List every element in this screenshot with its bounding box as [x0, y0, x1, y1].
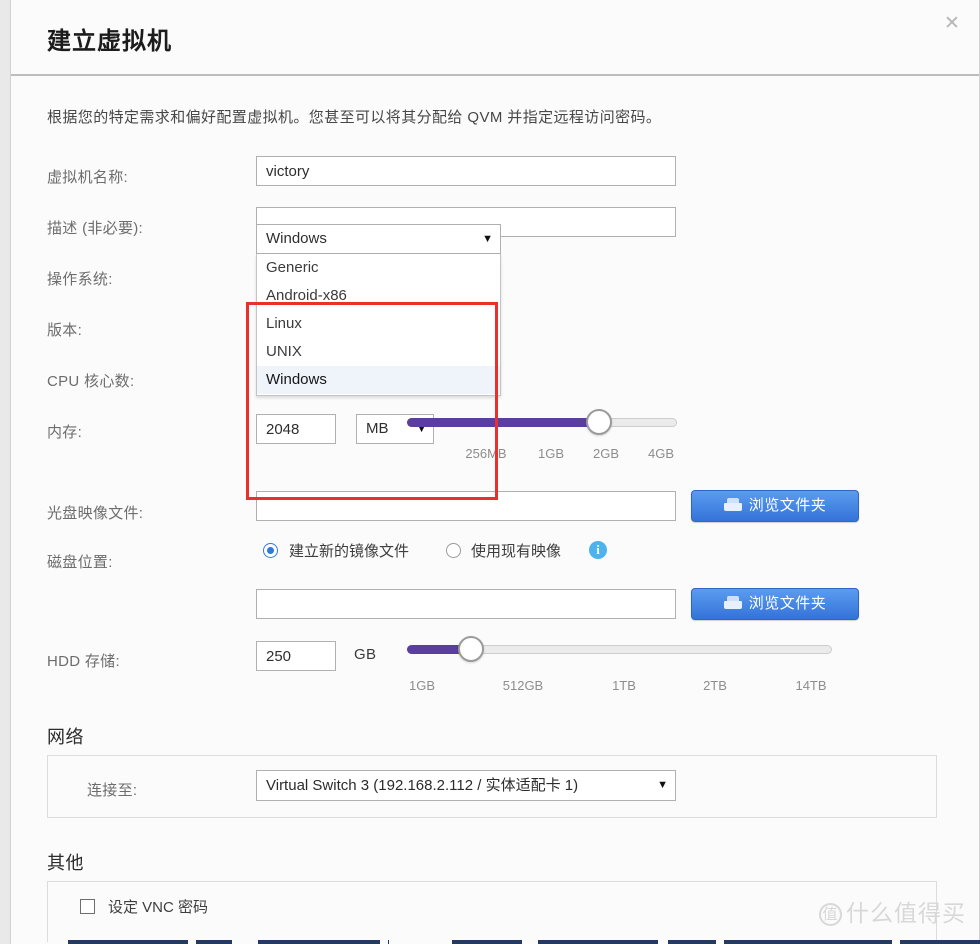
label-create-new-image[interactable]: 建立新的镜像文件: [289, 540, 409, 561]
memory-unit-value: MB: [366, 420, 389, 437]
hdd-storage-unit: GB: [354, 646, 377, 663]
os-option-linux[interactable]: Linux: [257, 310, 500, 338]
label-vnc-password[interactable]: 设定 VNC 密码: [108, 896, 208, 917]
label-hdd-storage: HDD 存储:: [47, 653, 120, 670]
hdd-tick-2: 1TB: [612, 678, 636, 693]
label-version: 版本:: [47, 322, 83, 339]
os-option-generic[interactable]: Generic: [257, 254, 500, 282]
disk-location-input[interactable]: [256, 589, 676, 619]
memory-tick-1: 1GB: [537, 446, 565, 461]
browse-disk-label: 浏览文件夹: [748, 595, 827, 612]
hdd-storage-input[interactable]: [256, 641, 336, 671]
info-icon[interactable]: i: [589, 541, 607, 559]
memory-slider-thumb[interactable]: [585, 409, 612, 435]
os-select-value: Windows: [266, 230, 327, 247]
label-os: 操作系统:: [47, 271, 113, 288]
close-icon[interactable]: ✕: [937, 8, 967, 38]
os-select[interactable]: Windows ▼: [256, 224, 501, 254]
memory-slider-fill: [407, 418, 599, 427]
memory-input[interactable]: [256, 414, 336, 444]
label-memory: 内存:: [47, 424, 83, 441]
watermark-mark: 值: [819, 903, 842, 926]
label-disk-location: 磁盘位置:: [47, 554, 113, 571]
create-vm-dialog: 建立虚拟机 ✕ 根据您的特定需求和偏好配置虚拟机。您甚至可以将其分配给 QVM …: [10, 0, 980, 944]
vm-name-input[interactable]: [256, 156, 676, 186]
memory-tick-2: 2GB: [592, 446, 620, 461]
browse-iso-button[interactable]: 浏览文件夹: [691, 490, 859, 522]
network-section-title: 网络: [47, 727, 84, 747]
hdd-slider[interactable]: [407, 636, 832, 662]
vnc-password-checkbox[interactable]: [80, 899, 95, 914]
label-description: 描述 (非必要):: [47, 220, 144, 237]
radio-create-new-image[interactable]: [263, 543, 278, 558]
hdd-tick-4: 14TB: [795, 678, 827, 693]
folder-icon: [723, 498, 742, 511]
iso-image-input[interactable]: [256, 491, 676, 521]
memory-tick-0: 256MB: [465, 446, 507, 461]
label-connect-to: 连接至:: [87, 782, 138, 799]
label-cpu-cores: CPU 核心数:: [47, 373, 135, 390]
network-switch-select[interactable]: Virtual Switch 3 (192.168.2.112 / 实体适配卡 …: [256, 770, 676, 801]
hdd-tick-1: 512GB: [502, 678, 544, 693]
hdd-tick-0: 1GB: [408, 678, 436, 693]
os-option-unix[interactable]: UNIX: [257, 338, 500, 366]
watermark: 值什么值得买: [819, 894, 966, 928]
memory-slider[interactable]: [407, 409, 677, 435]
hdd-slider-thumb[interactable]: [457, 636, 484, 662]
os-option-android-x86[interactable]: Android-x86: [257, 282, 500, 310]
label-iso-image: 光盘映像文件:: [47, 505, 144, 522]
dialog-title: 建立虚拟机: [47, 28, 172, 55]
browse-iso-label: 浏览文件夹: [748, 497, 827, 514]
intro-text: 根据您的特定需求和偏好配置虚拟机。您甚至可以将其分配给 QVM 并指定远程访问密…: [47, 109, 662, 126]
bottom-cut-strip: [0, 940, 980, 944]
os-option-windows[interactable]: Windows: [257, 366, 500, 394]
label-use-existing-image[interactable]: 使用现有映像: [471, 540, 561, 561]
other-section-title: 其他: [47, 853, 84, 873]
folder-icon: [723, 596, 742, 609]
label-vm-name: 虚拟机名称:: [47, 169, 128, 186]
os-dropdown-list: Generic Android-x86 Linux UNIX Windows: [256, 254, 501, 396]
dialog-body: 根据您的特定需求和偏好配置虚拟机。您甚至可以将其分配给 QVM 并指定远程访问密…: [11, 76, 979, 942]
screenshot-root: 建立虚拟机 ✕ 根据您的特定需求和偏好配置虚拟机。您甚至可以将其分配给 QVM …: [0, 0, 980, 944]
browse-disk-button[interactable]: 浏览文件夹: [691, 588, 859, 620]
watermark-text: 什么值得买: [846, 900, 966, 926]
memory-tick-3: 4GB: [647, 446, 675, 461]
hdd-tick-3: 2TB: [703, 678, 727, 693]
chevron-down-icon: ▼: [657, 779, 668, 791]
network-switch-value: Virtual Switch 3 (192.168.2.112 / 实体适配卡 …: [266, 777, 579, 794]
chevron-down-icon: ▼: [482, 233, 493, 245]
dialog-titlebar: 建立虚拟机 ✕: [11, 0, 979, 76]
radio-use-existing-image[interactable]: [446, 543, 461, 558]
